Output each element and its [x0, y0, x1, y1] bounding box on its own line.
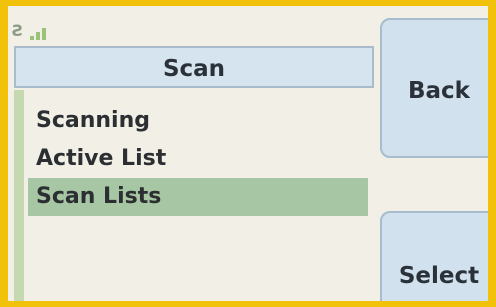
back-button-label: Back — [408, 78, 470, 104]
menu-list: Scanning Active List Scan Lists — [28, 102, 368, 216]
menu-item-scanning[interactable]: Scanning — [28, 102, 368, 140]
signal-bar — [30, 36, 34, 40]
title-bar: Scan — [14, 46, 374, 88]
menu-item-active-list[interactable]: Active List — [28, 140, 368, 178]
signal-bar — [42, 28, 46, 40]
page-title: Scan — [162, 56, 226, 82]
antenna-icon: Ƨ — [12, 21, 24, 40]
signal-strength-icon: Ƨ — [12, 22, 72, 42]
select-button-label: Select — [398, 263, 480, 289]
select-button[interactable]: Select — [380, 211, 488, 301]
signal-bar — [36, 32, 40, 40]
device-screen: Ƨ Scan Scanning Active List Scan Lists B… — [8, 6, 488, 301]
scroll-indicator — [14, 90, 24, 301]
back-button[interactable]: Back — [380, 18, 488, 158]
menu-item-scan-lists[interactable]: Scan Lists — [28, 178, 368, 216]
